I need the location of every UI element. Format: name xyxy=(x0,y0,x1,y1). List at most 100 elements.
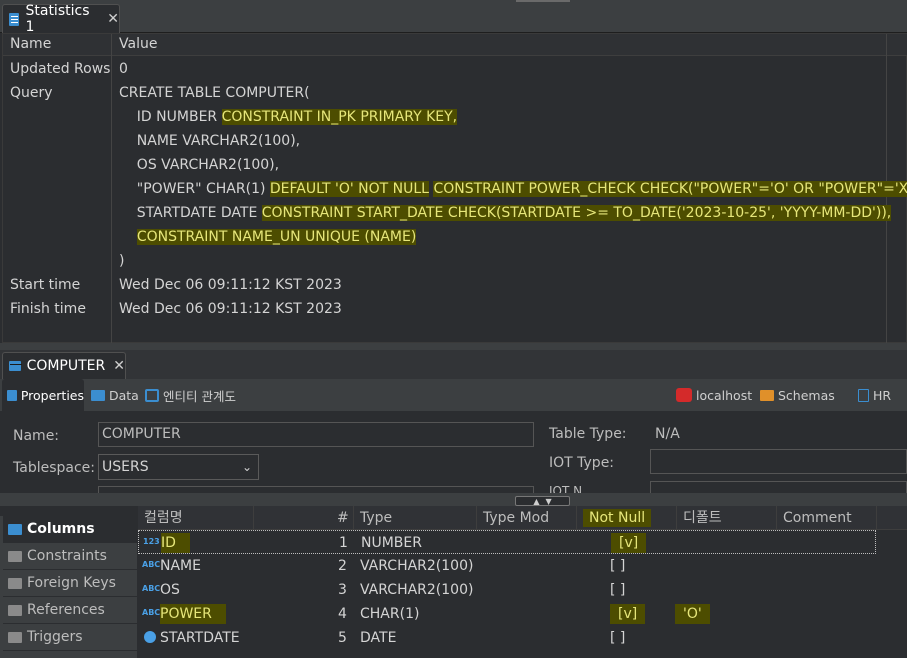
cell-type[interactable]: VARCHAR2(100) xyxy=(360,554,473,578)
header-type[interactable]: Type xyxy=(354,506,477,530)
connection-label: localhost xyxy=(696,387,753,403)
cell-not-null[interactable]: [v] xyxy=(611,531,647,555)
cell-type[interactable]: VARCHAR2(100) xyxy=(360,578,473,602)
cell-ordinal[interactable]: 4 xyxy=(338,602,347,626)
cell-column-name-text: OS xyxy=(160,582,180,598)
properties-pane: Name: COMPUTER Tablespace: USERS ⌄ Table… xyxy=(0,411,907,493)
subtab-properties[interactable]: Properties xyxy=(2,379,84,411)
header-comment[interactable]: Comment xyxy=(777,506,877,530)
nav-item-references[interactable]: References xyxy=(3,597,137,624)
query-line: "POWER" CHAR(1) DEFAULT 'O' NOT NULL CON… xyxy=(119,177,907,201)
tab-statistics-label: Statistics 1 xyxy=(25,3,90,35)
cell-not-null-text: [ ] xyxy=(610,630,626,646)
header-name[interactable]: Name xyxy=(10,33,51,55)
iot-partial-label: IOT N xyxy=(549,484,583,493)
header-column-name[interactable]: 컬럼명 xyxy=(138,506,254,530)
table-row[interactable]: ABC POWER 4 CHAR(1) [v] 'O' xyxy=(138,602,907,626)
properties-icon xyxy=(7,389,17,401)
cell-column-name[interactable]: OS xyxy=(160,578,180,602)
tab-statistics[interactable]: Statistics 1 ✕ xyxy=(2,3,120,35)
header-type-mod[interactable]: Type Mod xyxy=(477,506,577,530)
header-not-null[interactable]: Not Null xyxy=(577,506,677,530)
cell-ordinal[interactable]: 1 xyxy=(339,531,348,555)
header-not-null-label: Not Null xyxy=(583,509,652,527)
cell-not-null[interactable]: [ ] xyxy=(610,554,625,578)
cell-ordinal[interactable]: 5 xyxy=(338,626,347,650)
close-icon[interactable]: ✕ xyxy=(107,11,119,27)
tablespace-value: USERS xyxy=(102,459,149,475)
nav-item-constraints[interactable]: Constraints xyxy=(3,543,137,570)
cell-type[interactable]: CHAR(1) xyxy=(360,602,419,626)
cell-column-name[interactable]: POWER xyxy=(160,602,226,626)
schemas-selector[interactable]: Schemas xyxy=(760,379,835,411)
cell-type[interactable]: DATE xyxy=(360,626,396,650)
cell-not-null[interactable]: [v] xyxy=(610,602,646,626)
header-value[interactable]: Value xyxy=(119,33,157,55)
table-sections-nav: Columns Constraints Foreign Keys References… xyxy=(0,516,137,658)
section-icon xyxy=(8,524,22,535)
cell-type-text: NUMBER xyxy=(361,535,422,551)
name-field[interactable]: COMPUTER xyxy=(98,422,534,447)
nav-item-columns[interactable]: Columns xyxy=(3,516,137,543)
cell-ordinal[interactable]: 2 xyxy=(338,554,347,578)
cell-column-name-text: POWER xyxy=(160,604,226,624)
stat-value-start-time[interactable]: Wed Dec 06 09:11:12 KST 2023 xyxy=(119,273,342,297)
cell-ordinal[interactable]: 3 xyxy=(338,578,347,602)
date-type-icon xyxy=(144,631,156,643)
subtab-er-diagram[interactable]: 엔티티 관계도 xyxy=(145,379,236,411)
cell-column-name[interactable]: ID xyxy=(161,531,190,555)
table-row[interactable]: 123 ID 1 NUMBER [v] xyxy=(138,530,876,554)
tab-computer[interactable]: COMPUTER ✕ xyxy=(2,352,126,379)
nav-item-label: Foreign Keys xyxy=(27,575,116,591)
top-drag-handle[interactable] xyxy=(516,0,570,2)
connection-selector[interactable]: localhost xyxy=(676,379,752,411)
nav-item-foreign-keys[interactable]: Foreign Keys xyxy=(3,570,137,597)
cell-not-null-text: [v] xyxy=(610,604,646,624)
chevron-up-icon[interactable]: ▲ xyxy=(533,497,539,506)
cell-column-name[interactable]: NAME xyxy=(160,554,201,578)
stat-name-finish-time: Finish time xyxy=(10,301,86,317)
user-selector[interactable]: HR xyxy=(858,379,891,411)
name-label: Name: xyxy=(13,428,60,444)
panel-splitter[interactable] xyxy=(0,493,907,506)
er-diagram-icon xyxy=(145,388,159,402)
stat-value-query[interactable]: CREATE TABLE COMPUTER( ID NUMBER CONSTRA… xyxy=(119,81,907,273)
statistics-header: Name Value xyxy=(3,34,907,56)
iot-partial-field xyxy=(650,481,907,493)
cell-not-null[interactable]: [ ] xyxy=(610,578,625,602)
iot-type-field[interactable] xyxy=(650,449,907,474)
query-segment: CONSTRAINT POWER_CHECK CHECK("POWER"='O'… xyxy=(433,181,907,197)
cell-default[interactable]: 'O' xyxy=(675,602,710,626)
statistics-grid: Name Value Updated Rows 0 Query CREATE T… xyxy=(2,33,907,344)
cell-type[interactable]: NUMBER xyxy=(361,531,422,555)
panel-splitter[interactable] xyxy=(0,343,907,350)
tablespace-label: Tablespace: xyxy=(13,460,95,476)
query-line: NAME VARCHAR2(100), xyxy=(119,129,907,153)
splitter-toggle[interactable]: ▲ ▼ xyxy=(515,496,570,506)
cell-ordinal-text: 1 xyxy=(339,535,348,551)
subtab-data[interactable]: Data xyxy=(91,379,139,411)
text-type-icon: ABC xyxy=(142,584,161,593)
cell-column-name[interactable]: STARTDATE xyxy=(160,626,240,650)
header-default[interactable]: 디폴트 xyxy=(677,506,777,530)
table-row[interactable]: STARTDATE 5 DATE [ ] xyxy=(138,626,907,650)
cell-ordinal-text: 3 xyxy=(338,582,347,598)
partial-field xyxy=(98,486,534,493)
cell-ordinal-text: 4 xyxy=(338,606,347,622)
nav-item-triggers[interactable]: Triggers xyxy=(3,624,137,651)
table-row[interactable]: ABC NAME 2 VARCHAR2(100) [ ] xyxy=(138,554,907,578)
stat-value-finish-time[interactable]: Wed Dec 06 09:11:12 KST 2023 xyxy=(119,297,342,321)
chevron-down-icon: ⌄ xyxy=(241,460,252,474)
stat-name-start-time: Start time xyxy=(10,277,81,293)
chevron-down-icon[interactable]: ▼ xyxy=(546,497,552,506)
close-icon[interactable]: ✕ xyxy=(113,358,125,374)
table-row[interactable]: ABC OS 3 VARCHAR2(100) [ ] xyxy=(138,578,907,602)
cell-not-null[interactable]: [ ] xyxy=(610,626,625,650)
tablespace-select[interactable]: USERS ⌄ xyxy=(98,454,259,480)
header-ordinal[interactable]: # xyxy=(331,506,354,530)
stat-name-query: Query xyxy=(10,85,53,101)
query-segment: ID NUMBER xyxy=(119,109,222,125)
iot-type-label: IOT Type: xyxy=(549,455,615,471)
query-segment: ) xyxy=(119,253,125,269)
stat-value-updated-rows[interactable]: 0 xyxy=(119,57,128,81)
